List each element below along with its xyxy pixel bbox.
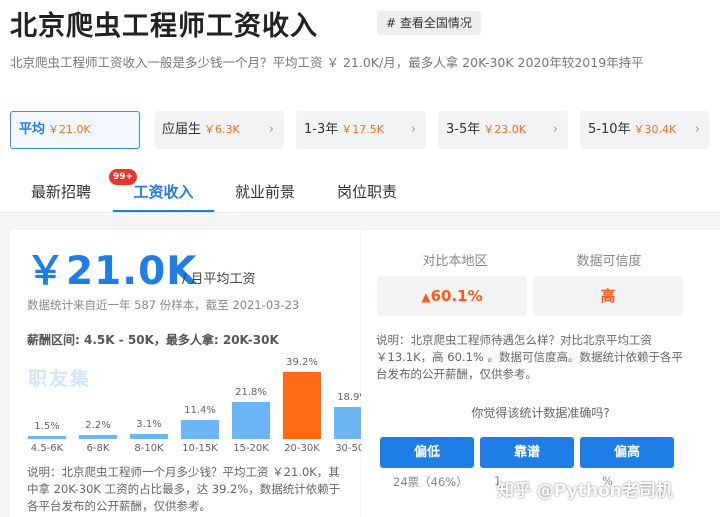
level-3-5-years[interactable]: 3-5年 ￥23.0K ›	[438, 111, 568, 149]
salary-explanation: 说明：北京爬虫工程师一个月多少钱？平均工资 ￥21.0K，其中拿 20K-30K…	[27, 465, 341, 513]
tab-label: 最新招聘	[30, 183, 91, 201]
trust-label: 数据可信度	[576, 254, 642, 269]
arrow-up-icon: ▲	[421, 290, 431, 304]
chart-bar-value-label: 11.4%	[184, 405, 216, 416]
accuracy-question: 你觉得该统计数据准确吗?	[471, 406, 610, 420]
vote-low-count: 24票（46%）	[393, 475, 468, 489]
chart-category-label: 20-30K	[284, 443, 320, 454]
level-value: ￥21.0K	[48, 123, 91, 136]
average-salary: ￥21.0K	[26, 249, 198, 294]
chart-bar	[283, 372, 321, 439]
comparison-explanation: 说明：北京爬虫工程师待遇怎么样？对比北京平均工资 ￥13.1K，高 60.1% …	[376, 333, 683, 381]
tab-salary[interactable]: 工资收入	[113, 172, 214, 212]
region-compare-label: 对比本地区	[422, 254, 488, 269]
level-value: ￥6.3K	[204, 123, 240, 136]
sample-note: 数据统计来自近一年 587 份样本，截至 2021-03-23	[27, 298, 300, 312]
tab-prospects[interactable]: 就业前景	[222, 172, 308, 212]
chart-bar	[28, 436, 66, 439]
vote-accurate-button[interactable]: 靠谱	[480, 437, 574, 468]
chevron-right-icon: ›	[694, 122, 700, 137]
chevron-right-icon: ›	[410, 122, 416, 137]
vote-high-button[interactable]: 偏高	[580, 437, 674, 468]
chart-bar-value-label: 21.8%	[235, 387, 267, 398]
vote-low-button[interactable]: 偏低	[380, 437, 474, 468]
chart-category-label: 10-15K	[182, 443, 218, 454]
level-1-3-years[interactable]: 1-3年 ￥17.5K ›	[296, 111, 426, 149]
region-compare-percent: 60.1%	[430, 287, 483, 305]
chart-category-label: 8-10K	[134, 443, 164, 454]
page-subtitle: 北京爬虫工程师工资收入一般是多少钱一个月？平均工资 ￥ 21.0K/月，最多人拿…	[10, 55, 644, 70]
chart-bar-value-label: 39.2%	[286, 357, 318, 368]
chart-bar	[130, 434, 168, 439]
level-name: 应届生	[162, 122, 202, 137]
page-title: 北京爬虫工程师工资收入	[10, 11, 318, 42]
level-5-10-years[interactable]: 5-10年 ￥30.4K ›	[580, 111, 710, 149]
chart-bar	[232, 402, 270, 439]
level-average[interactable]: 平均 ￥21.0K	[10, 111, 140, 149]
level-value: ￥23.0K	[483, 123, 526, 136]
level-name: 3-5年	[446, 122, 481, 137]
chart-bar-value-label: 2.2%	[85, 420, 111, 431]
chart-bar	[181, 420, 219, 439]
tab-bar: 最新招聘 99+ 工资收入 就业前景 岗位职责	[0, 169, 720, 213]
chevron-right-icon: ›	[552, 122, 558, 137]
chart-bar	[79, 435, 117, 439]
region-compare-value: ▲60.1%	[377, 276, 527, 316]
brand-watermark: 职友集	[28, 368, 92, 390]
chart-category-label: 6-8K	[86, 443, 110, 454]
level-name: 平均	[19, 122, 46, 137]
view-national-tag[interactable]: # 查看全国情况	[377, 11, 481, 35]
level-graduate[interactable]: 应届生 ￥6.3K ›	[154, 111, 284, 149]
level-name: 5-10年	[588, 122, 631, 137]
chart-category-label: 4.5-6K	[30, 443, 64, 454]
average-salary-label: / 月平均工资	[182, 272, 256, 287]
level-value: ￥17.5K	[341, 123, 384, 136]
source-watermark: 知乎 @Python老司机	[497, 481, 673, 501]
chart-category-label: 15-20K	[233, 443, 269, 454]
chart-bar-value-label: 3.1%	[136, 419, 162, 430]
salary-range: 薪酬区间: 4.5K - 50K，最多人拿: 20K-30K	[27, 333, 279, 347]
tab-latest-jobs[interactable]: 最新招聘 99+	[20, 169, 138, 212]
level-name: 1-3年	[304, 122, 339, 137]
tab-responsibilities[interactable]: 岗位职责	[324, 172, 410, 212]
chevron-right-icon: ›	[268, 122, 274, 137]
chart-bar-value-label: 1.5%	[34, 421, 60, 432]
trust-value: 高	[533, 276, 683, 316]
level-value: ￥30.4K	[633, 123, 677, 136]
